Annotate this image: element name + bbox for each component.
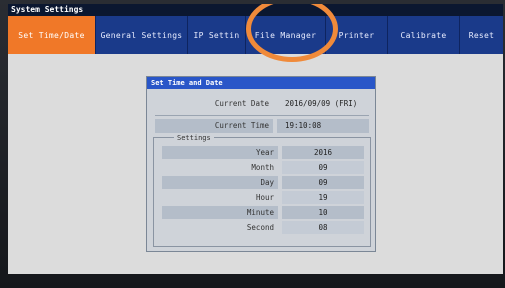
second-label: Second (246, 223, 274, 232)
day-label: Day (162, 176, 278, 189)
current-date-row: Current Date 2016/09/09 (FRI) (155, 97, 369, 111)
tab-reset[interactable]: Reset (460, 16, 503, 54)
day-input[interactable]: 09 (282, 176, 364, 189)
year-input[interactable]: 2016 (282, 146, 364, 159)
set-time-date-panel: Set Time and Date Current Date 2016/09/0… (146, 76, 376, 252)
minute-input[interactable]: 10 (282, 206, 364, 219)
minute-label: Minute (162, 206, 278, 219)
hour-input[interactable]: 19 (282, 191, 364, 204)
current-time-label: Current Time (155, 119, 273, 133)
month-label: Month (251, 163, 274, 172)
settings-group: Settings Year 2016 Month 09 Day 09 Hour … (153, 133, 371, 247)
year-row: Year 2016 (162, 146, 364, 159)
settings-legend: Settings (174, 133, 214, 143)
day-row: Day 09 (162, 176, 364, 189)
year-label: Year (162, 146, 278, 159)
hour-label: Hour (255, 193, 274, 202)
divider (155, 115, 369, 116)
current-date-value: 2016/09/09 (FRI) (285, 99, 358, 108)
current-time-value: 19:10:08 (277, 119, 369, 133)
touch-screen: System Settings Set Time/Date General Se… (8, 4, 503, 274)
tab-calibrate[interactable]: Calibrate (388, 16, 460, 54)
tab-ip-settings[interactable]: IP Settin (188, 16, 246, 54)
minute-row: Minute 10 (162, 206, 364, 219)
hour-row: Hour 19 (162, 191, 364, 204)
panel-title: Set Time and Date (147, 77, 375, 89)
current-date-label: Current Date (214, 99, 269, 108)
tab-set-time-date[interactable]: Set Time/Date (8, 16, 96, 54)
second-input[interactable]: 08 (282, 221, 364, 234)
tab-general-settings[interactable]: General Settings (96, 16, 188, 54)
second-row: Second 08 (162, 221, 364, 234)
month-row: Month 09 (162, 161, 364, 174)
month-input[interactable]: 09 (282, 161, 364, 174)
current-time-row: Current Time 19:10:08 (155, 119, 369, 133)
